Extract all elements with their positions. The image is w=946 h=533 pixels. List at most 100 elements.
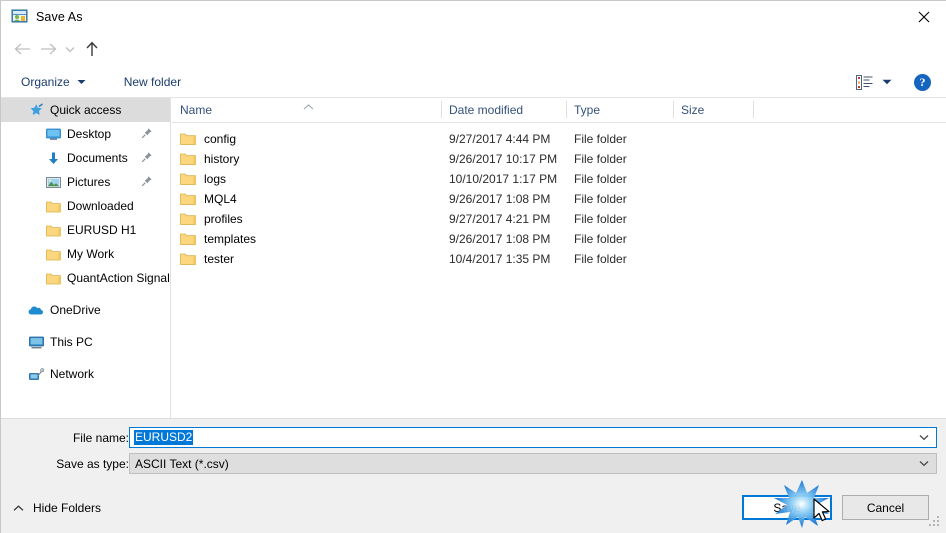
- sidebar-item-downloaded[interactable]: Downloaded: [1, 194, 170, 218]
- sidebar-item-pictures[interactable]: Pictures: [1, 170, 170, 194]
- chevron-down-icon[interactable]: [917, 454, 931, 473]
- pin-icon[interactable]: [141, 151, 154, 164]
- sidebar-item-label: Pictures: [67, 175, 111, 189]
- file-date: 9/26/2017 1:08 PM: [449, 232, 551, 246]
- network-icon: [28, 366, 44, 382]
- file-name-value: EURUSD2: [134, 430, 194, 445]
- onedrive-cloud-icon: [28, 302, 44, 318]
- file-type: File folder: [574, 252, 627, 266]
- file-type: File folder: [574, 212, 627, 226]
- save-as-type-label: Save as type:: [56, 457, 129, 471]
- caret-down-icon: [77, 79, 86, 85]
- sidebar-item-label: QuantAction Signal: [67, 271, 170, 285]
- folder-icon: [180, 212, 196, 226]
- sidebar-item-my-work[interactable]: My Work: [1, 242, 170, 266]
- column-label: Name: [180, 102, 213, 117]
- pictures-icon: [45, 174, 61, 190]
- folder-icon: [180, 232, 196, 246]
- column-header-date-modified[interactable]: Date modified: [441, 98, 566, 122]
- pin-icon[interactable]: [141, 175, 154, 188]
- file-name-input[interactable]: EURUSD2: [129, 427, 937, 448]
- file-type: File folder: [574, 172, 627, 186]
- file-date: 9/27/2017 4:44 PM: [449, 132, 551, 146]
- folder-icon: [180, 252, 196, 266]
- save-button[interactable]: Save: [742, 495, 832, 520]
- sidebar-item-eurusd-h1[interactable]: EURUSD H1: [1, 218, 170, 242]
- this-pc-icon: [28, 334, 44, 350]
- cancel-button[interactable]: Cancel: [842, 495, 929, 520]
- file-list[interactable]: Name Date modified Type Size config 9/27…: [172, 98, 946, 418]
- file-name: logs: [204, 172, 227, 186]
- folder-icon: [180, 152, 196, 166]
- folder-icon: [45, 198, 61, 214]
- chevron-down-icon[interactable]: [917, 428, 931, 447]
- file-rows: config 9/27/2017 4:44 PM File folder his…: [172, 123, 946, 269]
- table-row[interactable]: MQL4 9/26/2017 1:08 PM File folder: [172, 189, 946, 209]
- column-header-type[interactable]: Type: [566, 98, 673, 122]
- file-name: templates: [204, 232, 257, 246]
- table-row[interactable]: profiles 9/27/2017 4:21 PM File folder: [172, 209, 946, 229]
- file-type: File folder: [574, 232, 627, 246]
- sidebar-item-documents[interactable]: Documents: [1, 146, 170, 170]
- sidebar-item-label: Downloaded: [67, 199, 134, 213]
- table-row[interactable]: templates 9/26/2017 1:08 PM File folder: [172, 229, 946, 249]
- sidebar-item-onedrive[interactable]: OneDrive: [1, 298, 170, 322]
- sidebar-item-quick-access[interactable]: Quick access: [1, 98, 170, 122]
- forward-arrow-icon[interactable]: [35, 36, 61, 62]
- sidebar-item-network[interactable]: Network: [1, 362, 170, 386]
- title-bar: Save As: [1, 1, 946, 32]
- close-icon[interactable]: [901, 1, 946, 32]
- star-pin-icon: [28, 102, 44, 118]
- toolbar-right-group: ?: [856, 66, 946, 98]
- sidebar-item-label: Network: [50, 367, 95, 381]
- column-header-blank: [753, 98, 943, 122]
- file-date: 9/26/2017 1:08 PM: [449, 192, 551, 206]
- save-as-dialog: Save As Organize New folder ? Quick acce…: [0, 0, 946, 533]
- table-row[interactable]: history 9/26/2017 10:17 PM File folder: [172, 149, 946, 169]
- file-name: MQL4: [204, 192, 237, 206]
- column-header-size[interactable]: Size: [673, 98, 753, 122]
- new-folder-label: New folder: [123, 74, 182, 89]
- file-name: tester: [204, 252, 235, 266]
- caret-up-icon: [13, 504, 24, 512]
- file-name: history: [204, 152, 240, 166]
- sidebar-item-quantaction-signal[interactable]: QuantAction Signal: [1, 266, 170, 290]
- caret-down-icon[interactable]: [882, 79, 892, 85]
- save-as-type-select[interactable]: ASCII Text (*.csv): [129, 453, 937, 474]
- sidebar-item-label: This PC: [50, 335, 93, 349]
- hide-folders-button[interactable]: Hide Folders: [13, 501, 101, 515]
- help-icon[interactable]: ?: [914, 73, 931, 91]
- file-type: File folder: [574, 152, 627, 166]
- column-header-row: Name Date modified Type Size: [172, 98, 946, 123]
- recent-locations-chevron-icon[interactable]: [61, 36, 79, 62]
- table-row[interactable]: tester 10/4/2017 1:35 PM File folder: [172, 249, 946, 269]
- save-button-label: Save: [773, 500, 801, 515]
- sidebar-item-label: EURUSD H1: [67, 223, 137, 237]
- save-as-type-value: ASCII Text (*.csv): [135, 456, 229, 471]
- folder-icon: [45, 222, 61, 238]
- back-arrow-icon[interactable]: [9, 36, 35, 62]
- sidebar-item-desktop[interactable]: Desktop: [1, 122, 170, 146]
- file-date: 9/27/2017 4:21 PM: [449, 212, 551, 226]
- navigation-sidebar[interactable]: Quick access Desktop Documents Pictures …: [1, 98, 171, 418]
- details-view-icon[interactable]: [856, 74, 873, 90]
- column-header-name[interactable]: Name: [172, 98, 441, 122]
- table-row[interactable]: config 9/27/2017 4:44 PM File folder: [172, 129, 946, 149]
- file-date: 9/26/2017 10:17 PM: [449, 152, 558, 166]
- new-folder-button[interactable]: New folder: [118, 69, 187, 95]
- column-label: Type: [574, 102, 601, 117]
- navigation-row: « Roaming › MetaQuotes › Terminal › 9155…: [1, 32, 946, 91]
- folder-icon: [45, 246, 61, 262]
- table-row[interactable]: logs 10/10/2017 1:17 PM File folder: [172, 169, 946, 189]
- up-arrow-icon[interactable]: [79, 36, 105, 62]
- file-date: 10/10/2017 1:17 PM: [449, 172, 558, 186]
- organize-button[interactable]: Organize: [15, 69, 92, 95]
- file-name: profiles: [204, 212, 243, 226]
- save-as-window-icon: [11, 8, 28, 25]
- folder-icon: [45, 270, 61, 286]
- sidebar-item-this-pc[interactable]: This PC: [1, 330, 170, 354]
- file-date: 10/4/2017 1:35 PM: [449, 252, 551, 266]
- help-label: ?: [919, 74, 926, 89]
- pin-icon[interactable]: [141, 127, 154, 140]
- resize-grip-icon[interactable]: [928, 515, 941, 528]
